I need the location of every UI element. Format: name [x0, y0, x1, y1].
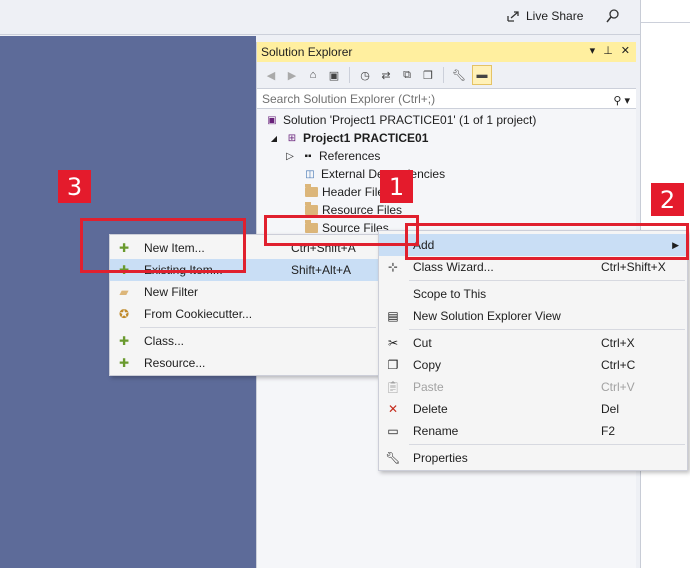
pin-icon[interactable]: ⊥ — [603, 44, 613, 57]
feedback-icon[interactable] — [605, 8, 621, 24]
external-dependencies-icon: ◫ — [305, 168, 315, 180]
collapsed-arrow-icon: ▷ — [286, 150, 294, 162]
back-icon[interactable]: ◀ — [263, 67, 279, 83]
context-menu: Add ▶ ⊹ Class Wizard... Ctrl+Shift+X Sco… — [378, 230, 688, 471]
callout-box-1 — [264, 215, 419, 246]
tree-item-label: References — [319, 149, 381, 163]
properties-wrench-icon[interactable]: 🔧︎ — [451, 67, 467, 83]
live-share-label: Live Share — [526, 9, 584, 23]
switch-views-icon[interactable]: ▣ — [326, 67, 342, 83]
menu-item-scope[interactable]: Scope to This — [379, 283, 687, 305]
search-icon[interactable]: ⚲ ▾ — [613, 91, 630, 111]
menu-item-label: Resource... — [144, 356, 206, 370]
menu-item-label: Delete — [413, 402, 448, 416]
references-icon: ▪▪ — [304, 150, 312, 162]
tree-item-label: Project1 PRACTICE01 — [303, 131, 429, 145]
menu-item-cut[interactable]: ✂ Cut Ctrl+X — [379, 332, 687, 354]
solution-explorer-toolbar: ◀ ▶ ⌂ ▣ ◷ ⇄ ⧉ ❐ 🔧︎ ▬ — [257, 62, 636, 89]
menu-item-label: From Cookiecutter... — [144, 307, 253, 321]
menu-item-resource[interactable]: ✚ Resource... — [110, 352, 378, 374]
search-placeholder: Search Solution Explorer (Ctrl+;) — [262, 92, 436, 106]
title-bar: Live Share — [0, 0, 640, 35]
menu-item-label: Properties — [413, 451, 468, 465]
step-badge-2: 2 — [651, 183, 684, 216]
menu-item-label: Copy — [413, 358, 442, 372]
menu-item-shortcut: Ctrl+V — [601, 380, 635, 394]
tree-item-header-files[interactable]: Header Files — [305, 183, 390, 201]
sync-icon[interactable]: ⇄ — [378, 67, 394, 83]
copy-icon: ❐ — [387, 358, 399, 372]
menu-item-label: Scope to This — [413, 287, 487, 301]
tree-item-references[interactable]: ▷ ▪▪ References — [283, 147, 380, 165]
step-badge-1: 1 — [380, 170, 413, 203]
menu-item-new-filter[interactable]: ▰ New Filter — [110, 281, 378, 303]
menu-item-shortcut: Del — [601, 402, 620, 416]
menu-item-new-view[interactable]: ▤ New Solution Explorer View — [379, 305, 687, 327]
menu-item-label: New Solution Explorer View — [413, 309, 561, 323]
menu-separator — [409, 280, 685, 281]
menu-item-shortcut: Ctrl+X — [601, 336, 635, 350]
wrench-icon: 🔧︎ — [385, 451, 401, 465]
collapse-all-icon[interactable]: ⧉ — [399, 67, 415, 83]
menu-separator — [140, 327, 376, 328]
menu-separator — [409, 444, 685, 445]
add-class-icon: ✚ — [118, 334, 130, 348]
divider — [641, 22, 690, 23]
solution-explorer-titlebar: Solution Explorer ▾ ⊥ ✕ — [257, 42, 636, 62]
menu-item-paste[interactable]: 📋︎ Paste Ctrl+V — [379, 376, 687, 398]
new-view-icon: ▤ — [387, 309, 399, 323]
forward-icon[interactable]: ▶ — [284, 67, 300, 83]
toolbar-separator — [349, 67, 350, 83]
add-resource-icon: ✚ — [118, 356, 130, 370]
menu-item-delete[interactable]: ✕ Delete Del — [379, 398, 687, 420]
show-all-files-icon[interactable]: ❐ — [420, 67, 436, 83]
close-icon[interactable]: ✕ — [621, 44, 630, 57]
menu-item-label: Rename — [413, 424, 459, 438]
expanded-arrow-icon: ◢ — [270, 133, 278, 143]
tree-item-label: Solution 'Project1 PRACTICE01' (1 of 1 p… — [283, 113, 537, 127]
menu-item-label: Class... — [144, 334, 185, 348]
solution-icon: ▣ — [267, 114, 277, 126]
menu-item-copy[interactable]: ❐ Copy Ctrl+C — [379, 354, 687, 376]
cookiecutter-icon: ✪ — [118, 307, 130, 321]
cpp-project-icon: ⊞ — [287, 132, 297, 144]
menu-item-shortcut: Ctrl+Shift+X — [601, 260, 666, 274]
menu-item-rename[interactable]: ▭ Rename F2 — [379, 420, 687, 442]
callout-box-3 — [80, 218, 246, 273]
menu-item-class[interactable]: ✚ Class... — [110, 330, 378, 352]
tree-item-solution[interactable]: ▣ Solution 'Project1 PRACTICE01' (1 of 1… — [265, 111, 536, 129]
cut-icon: ✂ — [387, 336, 399, 350]
new-filter-icon: ▰ — [119, 285, 129, 299]
menu-item-shortcut: F2 — [601, 424, 616, 438]
menu-item-shortcut: Shift+Alt+A — [291, 263, 352, 277]
tree-item-project[interactable]: ◢ ⊞ Project1 PRACTICE01 — [267, 129, 428, 147]
tree-item-external[interactable]: ◫ External Dependencies — [303, 165, 445, 183]
preview-selected-icon[interactable]: ▬ — [472, 65, 492, 85]
dropdown-icon[interactable]: ▾ — [590, 44, 596, 57]
panel-title: Solution Explorer — [261, 45, 353, 59]
folder-icon — [305, 184, 318, 197]
toolbar-separator — [443, 67, 444, 83]
home-icon[interactable]: ⌂ — [305, 67, 321, 83]
paste-icon: 📋︎ — [385, 380, 401, 394]
class-wizard-icon: ⊹ — [387, 260, 399, 274]
step-badge-3: 3 — [58, 170, 91, 203]
menu-separator — [409, 329, 685, 330]
menu-item-label: Paste — [413, 380, 444, 394]
menu-item-shortcut: Ctrl+C — [601, 358, 636, 372]
callout-box-2 — [405, 223, 689, 260]
menu-item-label: New Filter — [144, 285, 199, 299]
share-icon — [507, 11, 519, 22]
menu-item-label: Class Wizard... — [413, 260, 494, 274]
pending-changes-icon[interactable]: ◷ — [357, 67, 373, 83]
menu-item-label: Cut — [413, 336, 432, 350]
search-input[interactable]: Search Solution Explorer (Ctrl+;) ⚲ ▾ — [257, 89, 636, 109]
live-share-button[interactable]: Live Share — [506, 9, 583, 23]
menu-item-cookiecutter[interactable]: ✪ From Cookiecutter... — [110, 303, 378, 325]
rename-icon: ▭ — [387, 424, 399, 438]
menu-item-properties[interactable]: 🔧︎ Properties — [379, 447, 687, 469]
delete-icon: ✕ — [387, 402, 399, 416]
folder-icon — [305, 202, 318, 215]
